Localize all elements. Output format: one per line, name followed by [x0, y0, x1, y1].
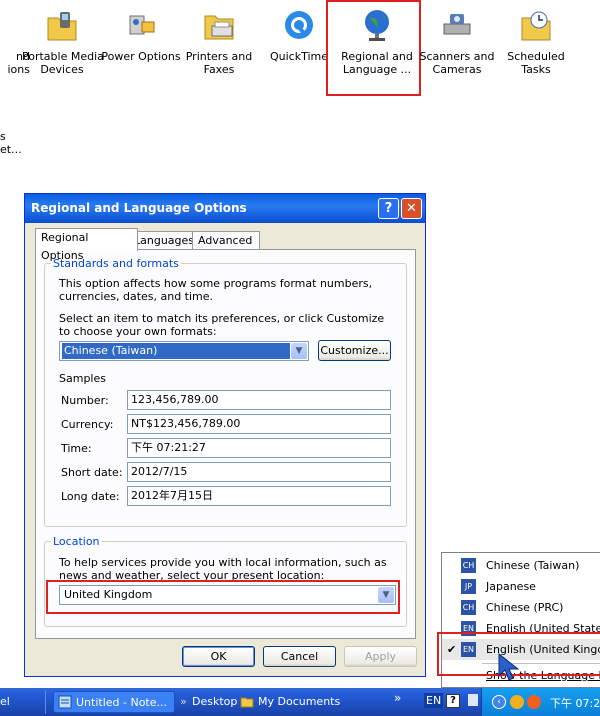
taskbar-more-chevron[interactable]: »	[394, 691, 401, 705]
apply-button[interactable]: Apply	[344, 646, 417, 667]
format-select[interactable]: Chinese (Taiwan) ▼	[59, 341, 309, 361]
regional-language-dialog: Regional and Language Options ? ✕ Region…	[24, 193, 426, 677]
my-documents-folder-icon	[240, 697, 254, 708]
tab-languages[interactable]: Languages	[128, 231, 197, 250]
location-description: To help services provide you with local …	[59, 556, 387, 582]
task-notepad[interactable]: Untitled - Note...	[53, 691, 175, 713]
tray-back-icon[interactable]: ‹	[492, 695, 506, 709]
cp-item-power-options[interactable]: Power Options	[101, 8, 181, 63]
language-bar-restore-icon[interactable]	[468, 694, 478, 706]
cp-item-label: Power Options	[101, 50, 181, 63]
cp-item-portable-media-devices[interactable]: Portable Media Devices	[22, 8, 104, 76]
standards-group: Standards and formats This option affect…	[44, 257, 407, 527]
printers-folder-icon	[204, 15, 234, 40]
sample-value-long-date: 2012年7月15日	[127, 486, 391, 506]
samples-label: Samples	[59, 372, 106, 385]
power-options-icon	[129, 15, 155, 35]
sample-label-number: Number:	[61, 394, 109, 407]
chevron-down-icon[interactable]: ▼	[291, 343, 307, 359]
dialog-titlebar[interactable]: Regional and Language Options ? ✕	[25, 194, 425, 223]
close-button[interactable]: ✕	[401, 198, 422, 219]
highlight-regional-icon	[326, 0, 421, 96]
lang-code-badge: CH	[461, 600, 476, 615]
taskbar-partial-label: el	[0, 695, 10, 708]
close-icon: ✕	[406, 201, 417, 216]
side-text: et...	[0, 143, 22, 156]
cancel-button[interactable]: Cancel	[263, 646, 336, 667]
taskbar-separator	[45, 690, 46, 714]
taskbar: el Untitled - Note... » Desktop My Docum…	[0, 688, 600, 716]
language-bar-help-icon[interactable]: ?	[446, 694, 460, 708]
lang-item-chinese-prc[interactable]: CH Chinese (PRC)	[442, 597, 600, 618]
cp-item-label: Scheduled Tasks	[507, 50, 565, 76]
lang-name: Japanese	[486, 580, 536, 593]
sample-value-time: 下午 07:21:27	[127, 438, 391, 458]
highlight-location-select	[46, 580, 400, 614]
tray-app-icon[interactable]	[510, 695, 524, 709]
scheduled-tasks-folder-icon	[521, 11, 551, 41]
tab-advanced[interactable]: Advanced	[192, 231, 260, 250]
location-group-title: Location	[51, 535, 102, 548]
cp-item-label: Portable Media Devices	[22, 50, 104, 76]
task-notepad-label: Untitled - Note...	[76, 696, 168, 709]
standards-description: This option affects how some programs fo…	[59, 277, 373, 303]
tray-update-icon[interactable]	[527, 695, 541, 709]
desktop-chevron[interactable]: »	[180, 695, 187, 708]
lang-item-japanese[interactable]: JP Japanese	[442, 576, 600, 597]
sample-value-number: 123,456,789.00	[127, 390, 391, 410]
ok-button[interactable]: OK	[182, 646, 255, 667]
portable-media-folder-icon	[47, 12, 77, 41]
language-indicator[interactable]: EN	[424, 693, 444, 708]
lang-code-badge: CH	[461, 558, 476, 573]
lang-name: Chinese (PRC)	[486, 601, 564, 614]
quicktime-icon	[285, 11, 313, 39]
system-tray: ‹ 下午 07:2	[481, 688, 600, 716]
sample-label-short-date: Short date:	[61, 466, 123, 479]
mouse-cursor-icon	[498, 652, 520, 681]
sample-label-time: Time:	[61, 442, 92, 455]
cp-item-scanners-and-cameras[interactable]: Scanners and Cameras	[417, 8, 497, 76]
help-icon: ?	[384, 201, 393, 216]
cp-item-label: Printers and Faxes	[185, 50, 253, 76]
sample-value-short-date: 2012/7/15	[127, 462, 391, 482]
clock[interactable]: 下午 07:2	[550, 695, 600, 711]
customize-button[interactable]: Customize...	[318, 340, 391, 361]
side-text: s	[0, 130, 6, 143]
lang-item-chinese-taiwan[interactable]: CH Chinese (Taiwan)	[442, 555, 600, 576]
cp-item-scheduled-tasks[interactable]: Scheduled Tasks	[496, 8, 576, 76]
cp-item-printers-and-faxes[interactable]: Printers and Faxes	[179, 8, 259, 76]
sample-value-currency: NT$123,456,789.00	[127, 414, 391, 434]
sample-label-long-date: Long date:	[61, 490, 120, 503]
help-button[interactable]: ?	[378, 198, 399, 219]
cp-item-label: Scanners and Cameras	[419, 50, 495, 76]
tab-regional-options[interactable]: Regional Options	[35, 228, 138, 262]
select-prompt: Select an item to match its preferences,…	[59, 312, 385, 338]
notepad-icon	[58, 695, 72, 709]
lang-name: Chinese (Taiwan)	[486, 559, 580, 572]
desktop-toolbar-label[interactable]: Desktop	[192, 695, 237, 708]
format-select-value: Chinese (Taiwan)	[62, 343, 290, 359]
dialog-title: Regional and Language Options	[31, 201, 247, 215]
scanner-camera-icon	[443, 14, 471, 35]
my-documents-label[interactable]: My Documents	[258, 695, 340, 708]
lang-code-badge: JP	[461, 579, 476, 594]
sample-label-currency: Currency:	[61, 418, 114, 431]
